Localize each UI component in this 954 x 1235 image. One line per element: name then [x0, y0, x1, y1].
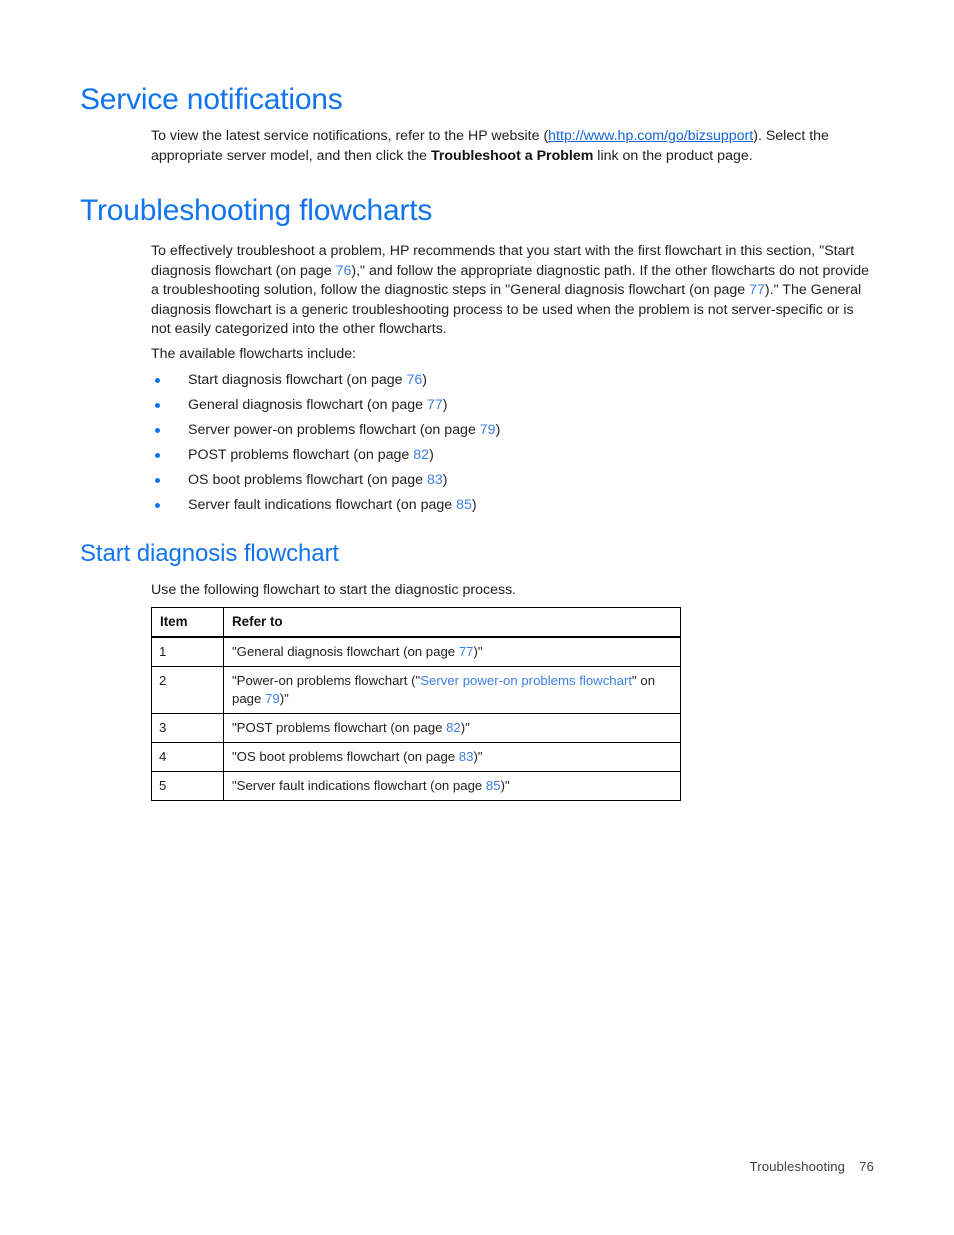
list-item-page-ref[interactable]: 83: [427, 472, 443, 488]
cell-page-ref[interactable]: 79: [265, 691, 280, 706]
cell-refer-to: "Server fault indications flowchart (on …: [223, 771, 681, 801]
cell-refer-to: "Power-on problems flowchart ("Server po…: [223, 666, 681, 714]
hp-bizsupport-link[interactable]: http://www.hp.com/go/bizsupport: [548, 128, 753, 144]
paragraph-service-notifications: To view the latest service notifications…: [151, 127, 873, 166]
cell-item: 4: [151, 742, 224, 772]
table-header-row: Item Refer to: [151, 607, 681, 638]
list-item: General diagnosis flowchart (on page 77): [151, 393, 791, 418]
list-lead-in: The available flowcharts include:: [151, 346, 357, 362]
list-item: POST problems flowchart (on page 82): [151, 443, 791, 468]
list-item: OS boot problems flowchart (on page 83): [151, 468, 791, 493]
cell-page-ref[interactable]: 82: [446, 720, 461, 735]
list-item-page-ref[interactable]: 79: [480, 422, 496, 438]
bullet-dot-icon: [155, 453, 160, 458]
list-item-text-after: ): [442, 472, 448, 488]
refer-to-table: Item Refer to 1 "General diagnosis flowc…: [151, 607, 681, 801]
page-ref-77[interactable]: 77: [749, 282, 765, 298]
cell-item: 1: [151, 636, 224, 667]
list-item-text: Start diagnosis flowchart (on page: [188, 372, 407, 388]
list-item-text: POST problems flowchart (on page: [188, 447, 414, 463]
column-header-item: Item: [151, 607, 224, 638]
cell-refer-to: "POST problems flowchart (on page 82)": [223, 713, 681, 743]
list-item-text-after: ): [495, 422, 501, 438]
footer-chapter-name: Troubleshooting: [749, 1159, 846, 1174]
list-item-text-after: ): [442, 397, 448, 413]
list-item-text-after: ): [422, 372, 427, 388]
footer-page-number: 76: [859, 1159, 874, 1174]
heading-start-diagnosis-flowchart: Start diagnosis flowchart: [80, 540, 339, 567]
bullet-dot-icon: [155, 378, 160, 383]
cell-text-post: )": [473, 644, 483, 659]
table-row: 4 "OS boot problems flowchart (on page 8…: [151, 742, 681, 772]
cell-page-ref[interactable]: 83: [459, 749, 474, 764]
paragraph-troubleshooting-intro: To effectively troubleshoot a problem, H…: [151, 242, 873, 340]
cell-refer-to: "General diagnosis flowchart (on page 77…: [223, 636, 681, 667]
paragraph-text-lead: To view the latest service notifications…: [151, 128, 549, 144]
table-row: 3 "POST problems flowchart (on page 82)": [151, 713, 681, 743]
list-item-text: General diagnosis flowchart (on page: [188, 397, 427, 413]
heading-service-notifications: Service notifications: [80, 83, 343, 116]
bullet-dot-icon: [155, 428, 160, 433]
document-page: Service notifications To view the latest…: [0, 0, 954, 1235]
cell-item: 5: [151, 771, 224, 801]
list-item-text: OS boot problems flowchart (on page: [188, 472, 427, 488]
list-item: Server power-on problems flowchart (on p…: [151, 418, 791, 443]
page-ref-76[interactable]: 76: [336, 263, 352, 279]
table-row: 2 "Power-on problems flowchart ("Server …: [151, 666, 681, 714]
list-item-text: Server power-on problems flowchart (on p…: [188, 422, 480, 438]
cell-page-ref[interactable]: 85: [486, 778, 501, 793]
cell-cross-reference-link[interactable]: Server power-on problems flowchart: [420, 673, 632, 688]
bullet-dot-icon: [155, 503, 160, 508]
list-item-text-after: ): [471, 497, 477, 513]
list-item-page-ref[interactable]: 77: [427, 397, 443, 413]
cell-text-pre: "POST problems flowchart (on page: [232, 720, 447, 735]
page-footer: Troubleshooting 76: [0, 1159, 874, 1174]
table-row: 1 "General diagnosis flowchart (on page …: [151, 636, 681, 667]
cell-text-post: )": [473, 749, 483, 764]
heading-troubleshooting-flowcharts: Troubleshooting flowcharts: [80, 194, 433, 227]
cell-item: 3: [151, 713, 224, 743]
list-item-page-ref[interactable]: 82: [413, 447, 429, 463]
bullet-dot-icon: [155, 478, 160, 483]
cell-item: 2: [151, 666, 224, 714]
cell-text-post: )": [279, 691, 289, 706]
cell-text-post: )": [460, 720, 470, 735]
cell-text-pre: "OS boot problems flowchart (on page: [232, 749, 459, 764]
list-item: Start diagnosis flowchart (on page 76): [151, 368, 791, 393]
flowchart-list: Start diagnosis flowchart (on page 76) G…: [151, 368, 791, 518]
bullet-dot-icon: [155, 403, 160, 408]
cell-text-pre: "Power-on problems flowchart (": [232, 673, 421, 688]
list-item-page-ref[interactable]: 76: [406, 372, 422, 388]
cell-text-post: )": [500, 778, 510, 793]
cell-text-pre: "General diagnosis flowchart (on page: [232, 644, 459, 659]
list-item-text: Server fault indications flowchart (on p…: [188, 497, 457, 513]
list-item-text-after: ): [429, 447, 434, 463]
list-item: Server fault indications flowchart (on p…: [151, 493, 791, 518]
cell-refer-to: "OS boot problems flowchart (on page 83)…: [223, 742, 681, 772]
paragraph-text-tail: link on the product page.: [593, 147, 753, 164]
paragraph-start-diagnosis-intro: Use the following flowchart to start the…: [151, 582, 517, 598]
list-item-page-ref[interactable]: 85: [456, 497, 472, 513]
table-row: 5 "Server fault indications flowchart (o…: [151, 771, 681, 801]
troubleshoot-a-problem-bold: Troubleshoot a Problem: [430, 147, 594, 164]
cell-page-ref[interactable]: 77: [459, 644, 474, 659]
column-header-refer-to: Refer to: [223, 607, 681, 638]
cell-text-pre: "Server fault indications flowchart (on …: [232, 778, 486, 793]
